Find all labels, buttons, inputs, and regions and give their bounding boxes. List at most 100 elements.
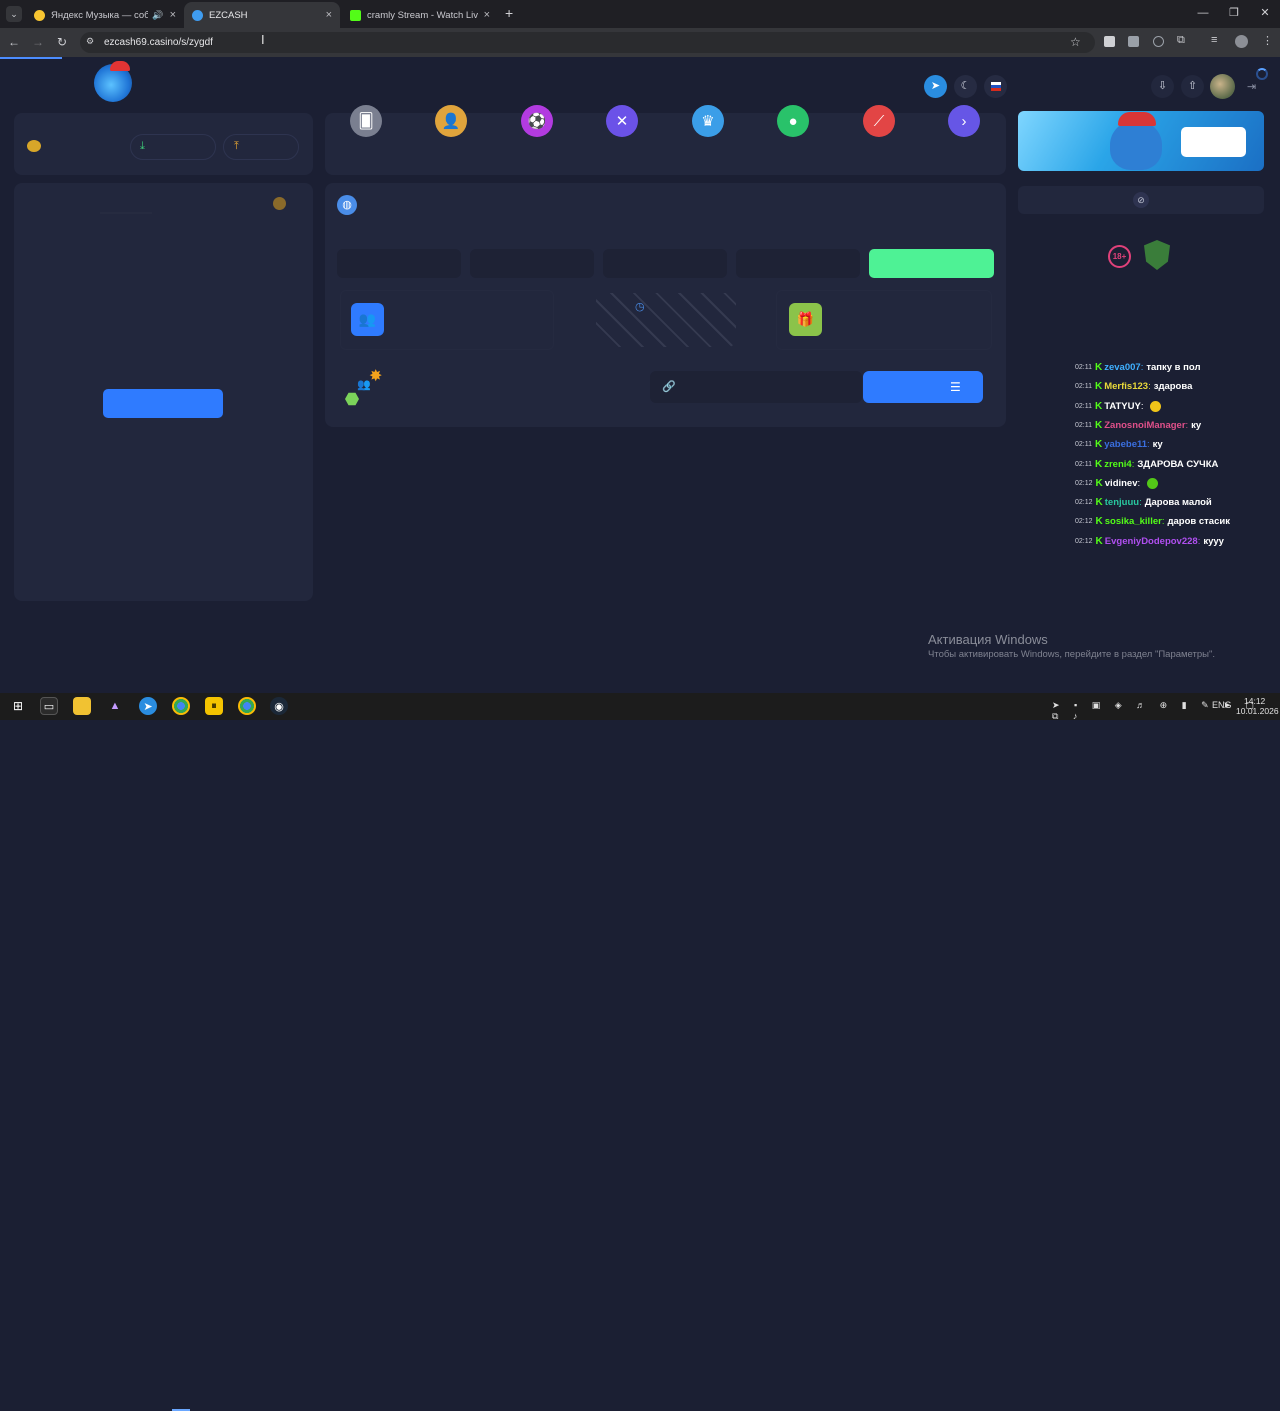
copy-link-button[interactable] (863, 371, 983, 403)
layers-icon: ☰ (950, 380, 961, 394)
chat-text: Дарова малой (1144, 497, 1212, 509)
close-tab-icon[interactable]: × (170, 9, 176, 21)
telegram-button[interactable]: ➤ (924, 75, 947, 98)
file-explorer-icon[interactable] (73, 697, 91, 715)
back-icon[interactable]: ← (6, 34, 22, 50)
chat-colon: : (1131, 458, 1135, 470)
link-field[interactable] (650, 371, 862, 403)
close-tab-icon[interactable]: × (484, 9, 490, 21)
chat-username[interactable]: sosika_killer (1105, 516, 1162, 527)
address-bar[interactable] (80, 32, 1095, 53)
tab-ezcash[interactable]: EZCASH × (184, 2, 340, 28)
keyboard-language[interactable]: ENG (1212, 700, 1232, 710)
chat-username[interactable]: ZanosnoiManager (1104, 420, 1185, 431)
chat-username[interactable]: EvgeniyDodepov228 (1105, 536, 1198, 547)
menu-kebab-icon[interactable]: ⋮ (1262, 34, 1273, 47)
logout-icon[interactable]: ⇥ (1247, 80, 1256, 93)
extension-icon[interactable] (1153, 36, 1164, 47)
puzzle-icon[interactable]: ⧉ (1177, 34, 1185, 47)
minimize-icon[interactable]: — (1188, 4, 1218, 22)
input-slot-4[interactable] (736, 249, 860, 278)
chat-time: 02:11 (1075, 421, 1092, 429)
kick-badge-icon: K (1095, 362, 1103, 373)
chrome-icon[interactable] (172, 697, 190, 715)
yandex-music-icon (34, 9, 45, 21)
input-slot-3[interactable] (603, 249, 727, 278)
clock-time[interactable]: 14:12 (1244, 696, 1265, 706)
input-slot-1[interactable] (337, 249, 461, 278)
telegram-taskbar-icon[interactable]: ➤ (139, 697, 157, 715)
chat-colon: : (1140, 362, 1144, 373)
coin-stack-icon (273, 197, 286, 210)
chat-text: ку (1152, 439, 1163, 451)
eye-off-icon[interactable]: ⊘ (1133, 192, 1149, 208)
extension-icon[interactable] (1104, 36, 1115, 47)
ball-icon[interactable]: ⚽ (521, 105, 553, 137)
santa-hat-icon (110, 61, 130, 71)
gift-icon[interactable]: 🎁 (789, 303, 822, 336)
chat-colon: : (1161, 516, 1165, 528)
input-slot-2[interactable] (470, 249, 594, 278)
crown-icon[interactable]: ♛ (692, 105, 724, 137)
globe-badge-icon[interactable]: ◍ (337, 195, 357, 215)
user-icon[interactable]: 👤 (435, 105, 467, 137)
kick-badge-icon: K (1095, 497, 1103, 509)
chat-username[interactable]: tenjuuu (1105, 497, 1139, 508)
tab-kick-stream[interactable]: cramly Stream - Watch Live on × (342, 2, 498, 28)
steam-icon[interactable]: ◉ (270, 697, 288, 715)
bomb-icon[interactable]: ● (777, 105, 809, 137)
deposit-header-button[interactable]: ⇩ (1151, 75, 1174, 98)
url-text[interactable]: ezcash69.casino/s/zygdf (104, 37, 213, 48)
chat-username[interactable]: Merfis123 (1104, 381, 1148, 392)
loading-spinner-icon (1256, 68, 1268, 80)
star-burst-icon: ✸ (369, 368, 383, 385)
chat-message: 02:11 Kzeva007: тапку в пол (1075, 362, 1201, 373)
next-icon[interactable]: › (948, 105, 980, 137)
close-tab-icon[interactable]: × (326, 9, 332, 21)
chat-colon: : (1140, 400, 1144, 412)
chat-text: ку (1191, 419, 1202, 431)
chat-colon: : (1148, 381, 1151, 393)
chrome-profile-icon[interactable] (238, 697, 256, 715)
windows-start-icon[interactable]: ⊞ (9, 697, 27, 715)
user-avatar[interactable] (1210, 74, 1235, 99)
app-yellow-icon[interactable]: ⏸ (205, 697, 223, 715)
chat-username[interactable]: vidinev (1105, 478, 1138, 489)
theme-moon-button[interactable]: ☾ (954, 75, 977, 98)
restore-icon[interactable]: ❐ (1219, 4, 1249, 22)
chat-message: 02:11 Kyabebe11: ку (1075, 439, 1163, 450)
green-action-button[interactable] (869, 249, 994, 278)
withdraw-header-button[interactable]: ⇧ (1181, 75, 1204, 98)
site-info-icon[interactable]: ⚙ (86, 36, 94, 47)
app-triangle-icon[interactable]: ▲ (106, 697, 124, 715)
speaker-icon[interactable]: 🔊 (152, 10, 163, 21)
rocket-icon[interactable]: ⟋ (863, 105, 895, 137)
forward-icon[interactable]: → (30, 34, 46, 50)
chat-username[interactable]: TATYUY (1104, 401, 1141, 412)
reload-icon[interactable]: ↻ (54, 34, 70, 50)
primary-action-button[interactable] (103, 389, 223, 418)
chat-colon: : (1185, 419, 1189, 431)
bookmark-star-icon[interactable]: ☆ (1070, 35, 1081, 49)
chat-username[interactable]: yabebe11 (1104, 439, 1147, 450)
windows-taskbar: ⊞ ▭ ▲ ➤ ⏸ ◉ ➤ ▪ ▣ ◈ ♬ ⊕ ▮ ✎ ➤ ▢ ⧉ ♪ ENG … (0, 693, 1280, 1411)
cards-icon[interactable]: 🂠 (350, 105, 382, 137)
terminal-icon[interactable]: ▭ (40, 697, 58, 715)
emote-icon (1147, 477, 1159, 489)
tab-media-icon[interactable]: ≡ (1211, 34, 1217, 46)
chat-username[interactable]: zeva007 (1104, 362, 1140, 373)
tab-yandex-music[interactable]: Яндекс Музыка — собирае 🔊 × (26, 2, 184, 28)
tab-search-button[interactable]: ⌄ (6, 6, 22, 22)
crossed-swords-icon[interactable]: ✕ (606, 105, 638, 137)
clock-date[interactable]: 10.01.2026 (1236, 706, 1279, 716)
new-tab-button[interactable]: + (505, 5, 513, 21)
referral-users-icon[interactable]: 👥 (351, 303, 384, 336)
chat-colon: : (1139, 497, 1142, 509)
chat-username[interactable]: zreni4 (1104, 459, 1131, 470)
text-cursor-icon: I (261, 32, 265, 47)
profile-avatar[interactable] (1235, 35, 1248, 48)
close-window-icon[interactable]: ✕ (1250, 4, 1280, 22)
extension-icon[interactable] (1128, 36, 1139, 47)
chat-time: 02:11 (1075, 460, 1092, 468)
banner-white-button[interactable] (1181, 127, 1246, 157)
